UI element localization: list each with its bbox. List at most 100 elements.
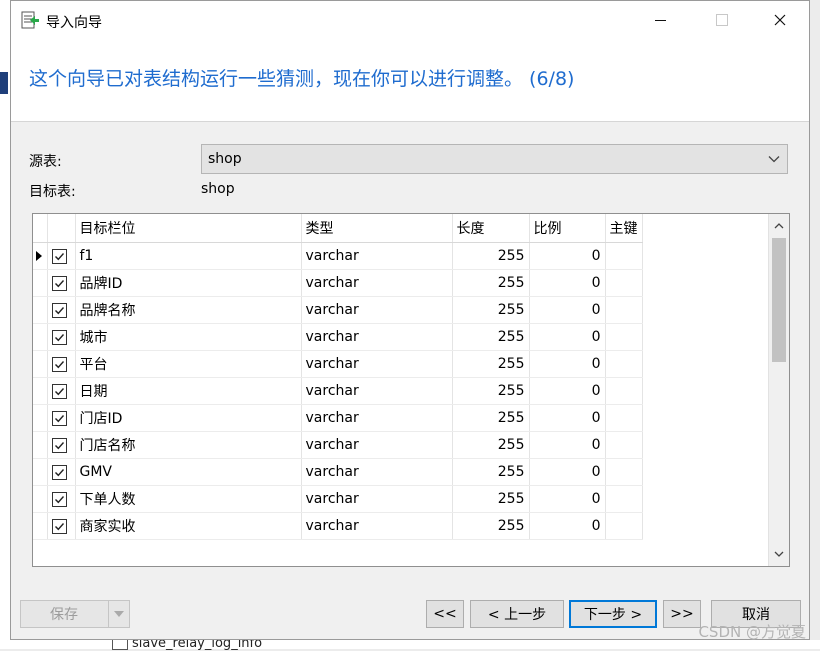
- table-row[interactable]: 门店名称 varchar 255 0: [33, 431, 643, 459]
- column-header-type[interactable]: 类型: [301, 214, 453, 243]
- length-cell[interactable]: 255: [452, 458, 530, 486]
- table-row[interactable]: 商家实收 varchar 255 0: [33, 512, 643, 540]
- checkbox-icon[interactable]: [51, 302, 67, 318]
- table-row[interactable]: 品牌ID varchar 255 0: [33, 269, 643, 297]
- next-button[interactable]: 下一步 >: [569, 600, 657, 628]
- first-page-button[interactable]: <<: [426, 600, 464, 628]
- length-cell[interactable]: 255: [452, 512, 530, 540]
- primary-key-cell[interactable]: [605, 242, 643, 270]
- length-cell[interactable]: 255: [452, 323, 530, 351]
- checkbox-icon[interactable]: [51, 410, 67, 426]
- type-cell[interactable]: varchar: [301, 377, 453, 405]
- field-name-cell[interactable]: 下单人数: [75, 485, 302, 513]
- scale-cell[interactable]: 0: [529, 269, 606, 297]
- scale-cell[interactable]: 0: [529, 512, 606, 540]
- include-checkbox[interactable]: [47, 269, 76, 297]
- include-checkbox[interactable]: [47, 350, 76, 378]
- field-mapping-grid[interactable]: 目标栏位 类型 长度 比例 主键 f1 varchar 255 0 品牌ID varcha…: [32, 213, 790, 567]
- include-checkbox[interactable]: [47, 458, 76, 486]
- table-row[interactable]: 品牌名称 varchar 255 0: [33, 296, 643, 324]
- table-row[interactable]: GMV varchar 255 0: [33, 458, 643, 486]
- include-checkbox[interactable]: [47, 431, 76, 459]
- field-name-cell[interactable]: 日期: [75, 377, 302, 405]
- scale-cell[interactable]: 0: [529, 431, 606, 459]
- type-cell[interactable]: varchar: [301, 512, 453, 540]
- include-checkbox[interactable]: [47, 404, 76, 432]
- checkbox-icon[interactable]: [51, 491, 67, 507]
- field-name-cell[interactable]: 品牌ID: [75, 269, 302, 297]
- scale-cell[interactable]: 0: [529, 350, 606, 378]
- length-cell[interactable]: 255: [452, 485, 530, 513]
- table-row[interactable]: f1 varchar 255 0: [33, 242, 643, 270]
- field-name-cell[interactable]: 城市: [75, 323, 302, 351]
- table-row[interactable]: 城市 varchar 255 0: [33, 323, 643, 351]
- primary-key-cell[interactable]: [605, 512, 643, 540]
- length-cell[interactable]: 255: [452, 269, 530, 297]
- checkbox-icon[interactable]: [51, 248, 67, 264]
- type-cell[interactable]: varchar: [301, 242, 453, 270]
- minimize-button[interactable]: [637, 1, 683, 39]
- type-cell[interactable]: varchar: [301, 269, 453, 297]
- column-header-primary-key[interactable]: 主键: [605, 214, 643, 243]
- length-cell[interactable]: 255: [452, 404, 530, 432]
- scale-cell[interactable]: 0: [529, 323, 606, 351]
- primary-key-cell[interactable]: [605, 458, 643, 486]
- scale-cell[interactable]: 0: [529, 404, 606, 432]
- length-cell[interactable]: 255: [452, 431, 530, 459]
- primary-key-cell[interactable]: [605, 431, 643, 459]
- include-checkbox[interactable]: [47, 296, 76, 324]
- scale-cell[interactable]: 0: [529, 458, 606, 486]
- table-row[interactable]: 平台 varchar 255 0: [33, 350, 643, 378]
- length-cell[interactable]: 255: [452, 242, 530, 270]
- include-checkbox[interactable]: [47, 242, 76, 270]
- checkbox-icon[interactable]: [51, 383, 67, 399]
- type-cell[interactable]: varchar: [301, 350, 453, 378]
- include-checkbox[interactable]: [47, 323, 76, 351]
- last-page-button[interactable]: >>: [663, 600, 701, 628]
- save-button[interactable]: 保存: [20, 600, 130, 628]
- column-header-field[interactable]: 目标栏位: [75, 214, 302, 243]
- field-name-cell[interactable]: 平台: [75, 350, 302, 378]
- primary-key-cell[interactable]: [605, 404, 643, 432]
- length-cell[interactable]: 255: [452, 296, 530, 324]
- checkbox-icon[interactable]: [51, 518, 67, 534]
- scale-cell[interactable]: 0: [529, 377, 606, 405]
- previous-button[interactable]: < 上一步: [470, 600, 564, 628]
- scale-cell[interactable]: 0: [529, 296, 606, 324]
- table-row[interactable]: 下单人数 varchar 255 0: [33, 485, 643, 513]
- dropdown-arrow-icon[interactable]: [108, 601, 129, 627]
- field-name-cell[interactable]: 门店名称: [75, 431, 302, 459]
- primary-key-cell[interactable]: [605, 323, 643, 351]
- checkbox-icon[interactable]: [51, 356, 67, 372]
- maximize-button[interactable]: [699, 1, 745, 39]
- include-checkbox[interactable]: [47, 485, 76, 513]
- column-header-scale[interactable]: 比例: [529, 214, 606, 243]
- include-checkbox[interactable]: [47, 512, 76, 540]
- field-name-cell[interactable]: 商家实收: [75, 512, 302, 540]
- type-cell[interactable]: varchar: [301, 431, 453, 459]
- scale-cell[interactable]: 0: [529, 242, 606, 270]
- length-cell[interactable]: 255: [452, 350, 530, 378]
- field-name-cell[interactable]: 品牌名称: [75, 296, 302, 324]
- field-name-cell[interactable]: f1: [75, 242, 302, 270]
- primary-key-cell[interactable]: [605, 350, 643, 378]
- table-row[interactable]: 门店ID varchar 255 0: [33, 404, 643, 432]
- scroll-down-button[interactable]: [769, 544, 789, 564]
- checkbox-icon[interactable]: [51, 437, 67, 453]
- type-cell[interactable]: varchar: [301, 296, 453, 324]
- scrollbar-thumb[interactable]: [772, 238, 786, 362]
- field-name-cell[interactable]: GMV: [75, 458, 302, 486]
- length-cell[interactable]: 255: [452, 377, 530, 405]
- primary-key-cell[interactable]: [605, 377, 643, 405]
- primary-key-cell[interactable]: [605, 269, 643, 297]
- checkbox-icon[interactable]: [51, 329, 67, 345]
- checkbox-icon[interactable]: [51, 464, 67, 480]
- checkbox-icon[interactable]: [51, 275, 67, 291]
- scale-cell[interactable]: 0: [529, 485, 606, 513]
- type-cell[interactable]: varchar: [301, 458, 453, 486]
- vertical-scrollbar[interactable]: [768, 214, 789, 566]
- include-checkbox[interactable]: [47, 377, 76, 405]
- type-cell[interactable]: varchar: [301, 485, 453, 513]
- source-table-select[interactable]: shop: [201, 144, 788, 174]
- field-name-cell[interactable]: 门店ID: [75, 404, 302, 432]
